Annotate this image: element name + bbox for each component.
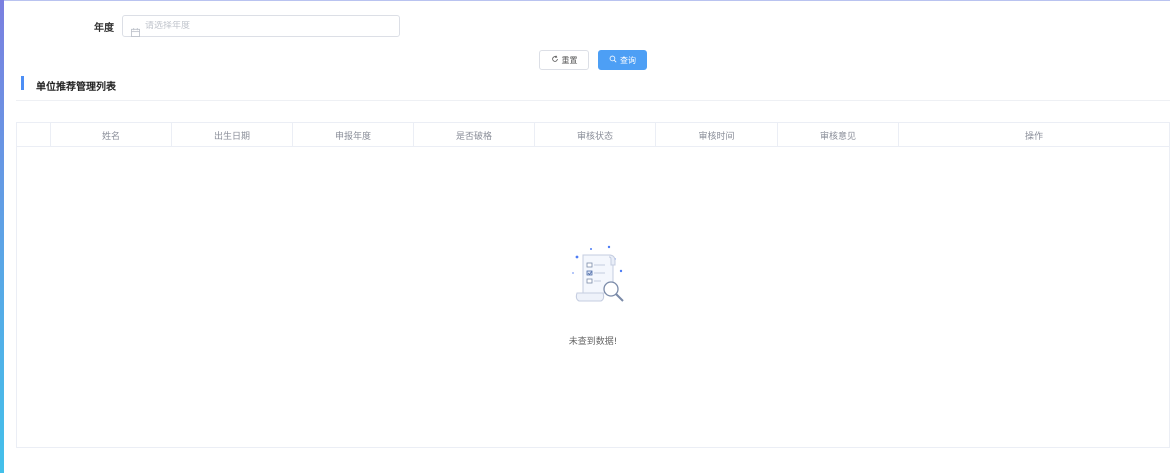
column-header-review-status: 审核状态 — [535, 123, 656, 147]
empty-state: 未查到数据! — [17, 147, 1169, 447]
search-button-label: 查询 — [620, 55, 636, 65]
column-header-review-time: 审核时间 — [656, 123, 778, 147]
refresh-icon — [551, 55, 559, 65]
left-accent-bar — [0, 0, 4, 473]
section-divider — [16, 100, 1170, 101]
reset-button[interactable]: 重置 — [539, 50, 589, 70]
data-table: 姓名 出生日期 申报年度 是否破格 审核状态 审核时间 审核意见 操作 未查到数… — [16, 122, 1170, 448]
column-header-review-opinion: 审核意见 — [778, 123, 899, 147]
calendar-icon — [131, 22, 140, 37]
year-picker[interactable] — [122, 15, 400, 37]
column-header-name: 姓名 — [51, 123, 172, 147]
column-header-exceptional: 是否破格 — [414, 123, 535, 147]
year-filter-label: 年度 — [94, 23, 114, 34]
year-input[interactable] — [145, 21, 345, 31]
empty-state-text: 未查到数据! — [568, 337, 618, 347]
empty-document-search-icon — [565, 243, 629, 307]
reset-button-label: 重置 — [561, 55, 578, 65]
search-button[interactable]: 查询 — [598, 50, 647, 70]
section-title-marker — [21, 76, 24, 90]
column-header-actions: 操作 — [1024, 131, 1043, 142]
section-title: 单位推荐管理列表 — [36, 82, 116, 93]
column-header-index — [17, 123, 51, 147]
column-header-birth-date: 出生日期 — [172, 123, 293, 147]
table-header: 姓名 出生日期 申报年度 是否破格 审核状态 审核时间 审核意见 操作 — [17, 123, 1169, 147]
column-header-declare-year: 申报年度 — [293, 123, 414, 147]
search-icon — [609, 55, 617, 65]
